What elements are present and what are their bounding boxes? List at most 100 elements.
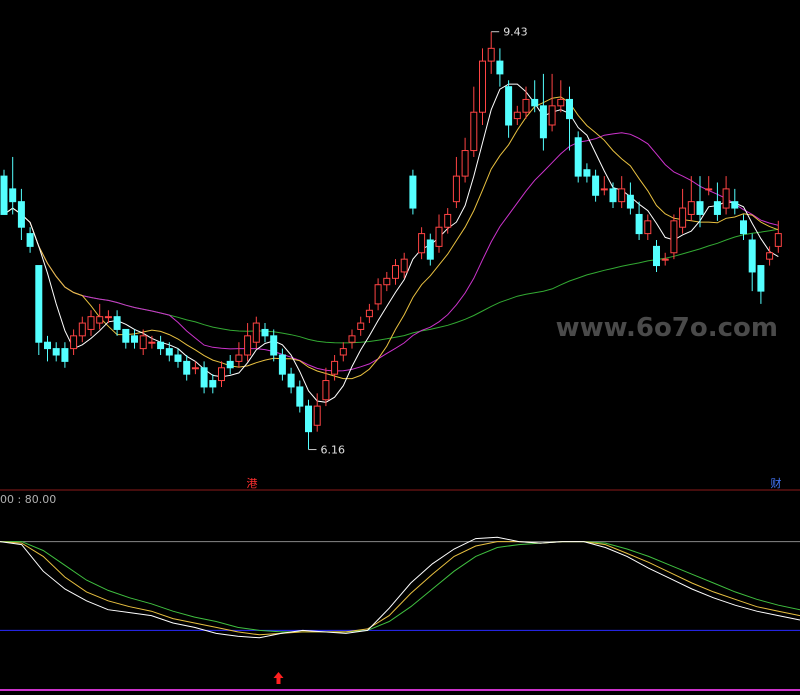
candle-body: [748, 239, 756, 273]
candle-body: [9, 188, 17, 203]
candle-body: [348, 335, 356, 343]
candle: [226, 355, 234, 375]
candle-body: [400, 258, 408, 273]
candle: [17, 188, 25, 240]
candle-body: [531, 98, 539, 107]
candle: [252, 316, 260, 349]
candle: [531, 80, 539, 113]
candle-body: [592, 175, 600, 196]
indicator-header: 00 : 80.00: [0, 493, 56, 506]
candle-body: [87, 316, 95, 330]
candle: [165, 342, 173, 362]
candle: [470, 86, 478, 157]
candle-body: [113, 316, 121, 330]
high-price-label: 9.43: [503, 26, 528, 39]
candle-body: [374, 284, 382, 305]
candle-body: [679, 207, 687, 228]
candle-body: [470, 111, 478, 152]
candle: [157, 335, 165, 355]
indicator-lines: [0, 536, 800, 639]
candle: [0, 169, 8, 215]
candle: [357, 316, 365, 336]
candle: [61, 342, 69, 368]
candle-body: [548, 105, 556, 126]
candle-body: [35, 265, 43, 343]
candle: [339, 342, 347, 362]
candle: [383, 271, 391, 292]
candle: [287, 367, 295, 394]
candle-body: [218, 367, 225, 382]
candle: [244, 323, 252, 362]
candle-body: [52, 348, 60, 356]
candle-body: [313, 405, 321, 426]
candle: [713, 182, 721, 221]
candle: [635, 201, 643, 240]
candle-body: [557, 98, 565, 107]
candle: [748, 233, 756, 292]
candle: [70, 329, 78, 355]
candle-body: [278, 354, 286, 375]
candle-body: [131, 335, 138, 343]
candle-body: [522, 98, 530, 113]
candle: [52, 342, 60, 362]
indicator-line: [0, 541, 800, 636]
candle: [26, 227, 34, 253]
candle: [270, 329, 278, 362]
candle: [365, 303, 373, 324]
candle-body: [226, 360, 234, 369]
candle-body: [252, 322, 260, 343]
candle: [261, 323, 269, 343]
candle-body: [583, 169, 591, 177]
candle-body: [157, 341, 165, 350]
indicator-panel: 00 : 80.00: [0, 493, 800, 691]
candle: [9, 156, 17, 215]
candle-body: [426, 239, 434, 260]
candle: [574, 131, 582, 183]
candle-body: [635, 213, 643, 235]
candle-body: [270, 335, 278, 356]
candle: [557, 80, 565, 113]
candle: [592, 169, 600, 202]
candle-body: [496, 60, 504, 75]
candle-body: [722, 188, 730, 209]
candle: [87, 310, 95, 336]
candle: [600, 176, 608, 196]
candle-body: [122, 328, 130, 343]
candle: [78, 316, 86, 343]
candle-body: [600, 188, 608, 191]
event-marker-finance[interactable]: 财: [771, 476, 782, 490]
candle: [461, 137, 469, 183]
candle: [609, 182, 617, 209]
candle-body: [713, 201, 721, 215]
candle-body: [26, 233, 34, 247]
high-annotation: 9.43: [491, 26, 528, 39]
candle: [731, 188, 739, 215]
price-panel: www.6o7o.com 9.43 6.16 港 财: [0, 26, 782, 490]
candle: [444, 208, 452, 234]
indicator-line: [0, 536, 800, 639]
candlesticks: [0, 31, 782, 450]
low-price-label: 6.16: [321, 444, 346, 457]
candle: [348, 329, 356, 349]
candle-body: [452, 175, 460, 203]
candle-body: [0, 175, 8, 215]
candle-body: [705, 188, 713, 191]
candle-body: [444, 213, 452, 228]
candle-body: [305, 405, 312, 433]
candle-body: [435, 226, 443, 247]
candle: [218, 361, 225, 387]
candle-body: [687, 201, 695, 215]
candle-body: [418, 233, 426, 254]
candle-body: [357, 322, 365, 330]
candle: [479, 48, 486, 125]
candle: [418, 227, 426, 260]
candle: [392, 259, 399, 285]
candle: [661, 252, 669, 266]
candle-body: [183, 360, 191, 375]
candle: [705, 176, 713, 196]
candle-body: [774, 233, 782, 247]
candle-body: [505, 86, 513, 126]
candle-body: [174, 354, 182, 362]
event-marker-port[interactable]: 港: [247, 477, 258, 490]
candle-body: [296, 386, 304, 407]
